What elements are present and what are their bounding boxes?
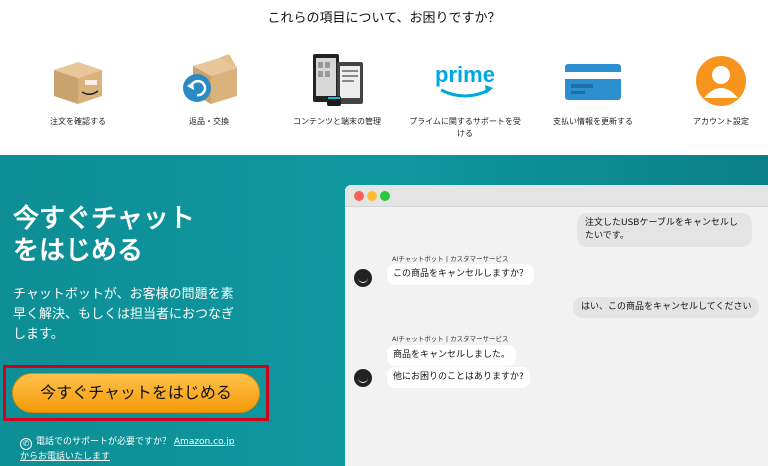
category-account-settings[interactable]: アカウント設定 xyxy=(656,52,768,128)
hero-title-line2: をはじめる xyxy=(13,236,144,266)
category-label: 注文を確認する xyxy=(50,117,106,126)
category-payment[interactable]: 支払い情報を更新する xyxy=(528,52,658,128)
category-label: 支払い情報を更新する xyxy=(553,117,633,126)
category-order-status[interactable]: 注文を確認する xyxy=(13,52,143,128)
credit-card-icon xyxy=(563,52,623,110)
window-titlebar xyxy=(345,185,768,207)
bot-avatar-icon xyxy=(354,369,372,387)
chat-window-preview: 注文したUSBケーブルをキャンセルしたいです。 AIチャットボット | カスタマ… xyxy=(345,185,768,466)
bot-message: 他にお困りのことはありますか? xyxy=(387,367,530,388)
category-returns[interactable]: 返品・交換 xyxy=(144,52,274,128)
help-topics-section: これらの項目について、お困りですか？ 注文を確認する 返品・交換 コンテンツと端… xyxy=(0,0,768,155)
category-label: コンテンツと端末の管理 xyxy=(293,117,381,126)
start-chat-button[interactable]: 今すぐチャットをはじめる xyxy=(12,373,260,413)
prime-logo-icon: prime xyxy=(435,52,495,110)
category-content-devices[interactable]: コンテンツと端末の管理 xyxy=(272,52,402,128)
user-message: はい、この商品をキャンセルしてください xyxy=(573,297,760,318)
return-box-icon xyxy=(179,52,239,110)
chat-transcript: 注文したUSBケーブルをキャンセルしたいです。 AIチャットボット | カスタマ… xyxy=(345,207,768,466)
maximize-window-icon xyxy=(380,191,390,201)
user-account-icon xyxy=(691,52,751,110)
help-topics-heading: これらの項目について、お困りですか？ xyxy=(267,11,501,26)
phone-callback-link[interactable]: Amazon.co.jp xyxy=(174,437,235,447)
bot-message: この商品をキャンセルしますか？ xyxy=(387,264,535,285)
category-label: アカウント設定 xyxy=(693,117,749,126)
category-label: 返品・交換 xyxy=(189,117,229,126)
phone-support-text: 電話でのサポートが必要ですか？ xyxy=(36,437,172,447)
user-message: 注文したUSBケーブルをキャンセルしたいです。 xyxy=(577,213,752,247)
bot-sender-label: AIチャットボット | カスタマーサービス xyxy=(392,335,509,343)
phone-support-row: ✆ 電話でのサポートが必要ですか？ Amazon.co.jp からお電話いたします xyxy=(20,435,270,464)
hero-title-line1: 今すぐチャット xyxy=(13,204,195,234)
prime-logo-text: prime xyxy=(435,62,495,87)
hero-title: 今すぐチャット をはじめる xyxy=(13,203,195,267)
bot-sender-label: AIチャットボット | カスタマーサービス xyxy=(392,255,509,263)
chat-promo-section: 今すぐチャット をはじめる チャットボットが、お客様の問題を素早く解決、もしくは… xyxy=(0,155,768,466)
bot-avatar-icon xyxy=(354,269,372,287)
hero-description: チャットボットが、お客様の問題を素早く解決、もしくは担当者におつなぎします。 xyxy=(13,287,235,342)
minimize-window-icon xyxy=(367,191,377,201)
package-box-icon xyxy=(48,52,108,110)
category-label: プライムに関するサポートを受ける xyxy=(409,117,521,138)
category-prime-support[interactable]: prime プライムに関するサポートを受ける xyxy=(400,52,530,140)
devices-icon xyxy=(307,52,367,110)
close-window-icon xyxy=(354,191,364,201)
phone-callback-link-cont[interactable]: からお電話いたします xyxy=(20,452,110,462)
phone-icon: ✆ xyxy=(20,438,32,450)
bot-message: 商品をキャンセルしました。 xyxy=(387,345,517,366)
